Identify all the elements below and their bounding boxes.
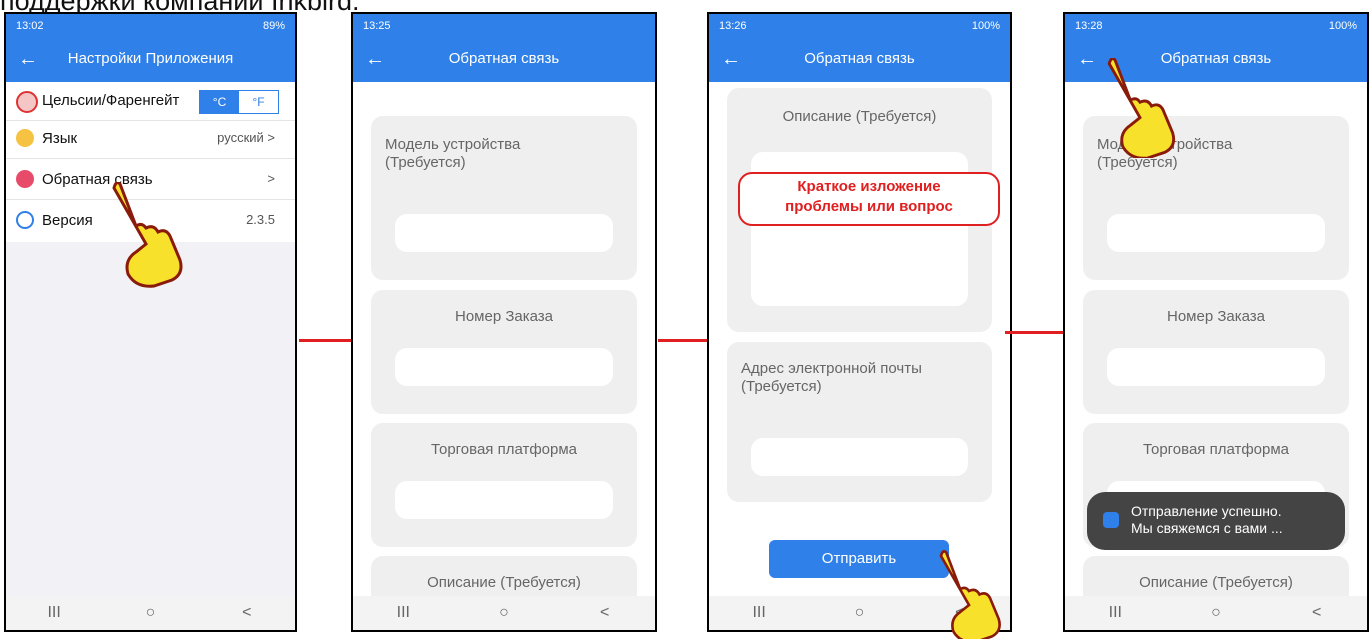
order-number-card: Номер Заказа [371,290,637,414]
form-body: Описание (Требуется) Адрес электронной п… [709,82,1010,596]
app-icon [1103,512,1119,528]
device-model-input[interactable] [395,214,613,252]
phone-screen-feedback-submit: 13:26 100% ← Обратная связь Описание (Тр… [707,12,1012,632]
phone-screen-feedback-sent: 13:28 100% ← Обратная связь Модель устро… [1063,12,1369,632]
chevron-right-icon: > [267,171,275,186]
home-button[interactable]: ○ [1201,604,1231,622]
app-bar-title: Настройки Приложения [67,50,234,67]
battery-indicator: 89% [262,20,285,32]
settings-row-units: Цельсии/Фаренгейт °C °F [6,82,295,121]
phone-screen-settings: 13:02 89% ← Настройки Приложения Цельсии… [4,12,297,632]
status-time: 13:02 [16,20,44,32]
order-number-label: Номер Заказа [1166,308,1266,325]
hint-callout: Краткое изложение проблемы или вопрос [738,172,1000,226]
pointing-hand-icon [112,182,183,288]
form-body: Модель устройства (Требуется) Номер Зака… [1065,82,1367,630]
platform-label: Торговая платформа [1142,441,1290,458]
home-button[interactable]: ○ [135,604,165,622]
description-label: Описание (Требуется) [782,108,937,125]
fahrenheit-option[interactable]: °F [239,91,278,113]
order-number-card: Номер Заказа [1083,290,1349,414]
status-time: 13:28 [1075,20,1103,32]
globe-icon [16,129,34,147]
email-label: Адрес электронной почты (Требуется) [741,360,922,395]
recent-apps-button[interactable]: III [39,604,69,622]
recent-apps-button[interactable]: III [388,604,418,622]
back-button[interactable]: < [590,604,620,622]
device-model-input[interactable] [1107,214,1325,252]
device-model-label: Модель устройства (Требуется) [385,136,521,171]
platform-input[interactable] [395,481,613,519]
flow-arrow [658,339,714,342]
app-bar: ← Обратная связь [353,38,655,82]
app-bar-title: Обратная связь [448,50,560,67]
settings-row-language[interactable]: Язык русский > [6,120,295,159]
app-bar: ← Обратная связь [709,38,1010,82]
hint-line-2: проблемы или вопрос [785,198,953,215]
description-label: Описание (Требуется) [1139,574,1293,591]
status-bar: 13:26 100% [709,14,1010,38]
recent-apps-button[interactable]: III [1100,604,1130,622]
language-value: русский > [217,130,275,145]
celsius-option[interactable]: °C [200,91,239,113]
pointing-hand-icon [1107,58,1176,158]
description-label: Описание (Требуется) [427,574,581,591]
order-number-label: Номер Заказа [454,308,554,325]
app-bar-title: Обратная связь [804,50,915,67]
settings-row-label: Версия [42,212,93,229]
toast-line-1: Отправление успешно. [1131,503,1282,519]
pointing-hand-icon [939,550,1001,639]
device-model-card: Модель устройства (Требуется) [371,116,637,280]
thermometer-icon [16,91,38,113]
email-input[interactable] [751,438,968,476]
order-number-input[interactable] [1107,348,1325,386]
order-number-input[interactable] [395,348,613,386]
phone-screen-feedback-form: 13:25 ← Обратная связь Модель устройства… [351,12,657,632]
settings-row-label: Цельсии/Фаренгейт [42,92,180,109]
success-toast: Отправление успешно. Мы свяжемся с вами … [1087,492,1345,550]
home-button[interactable]: ○ [489,604,519,622]
send-button[interactable]: Отправить [769,540,949,578]
flow-arrow [299,339,359,342]
unit-toggle[interactable]: °C °F [199,90,279,114]
battery-indicator: 100% [971,20,1000,32]
status-time: 13:25 [363,20,391,32]
battery-indicator: 100% [1328,20,1357,32]
app-bar: ← Настройки Приложения [6,38,295,82]
status-bar: 13:25 [353,14,655,38]
refresh-icon [16,211,34,229]
status-bar: 13:02 89% [6,14,295,38]
home-button[interactable]: ○ [844,604,874,622]
status-time: 13:26 [719,20,747,32]
back-button[interactable]: < [232,604,262,622]
recent-apps-button[interactable]: III [744,604,774,622]
settings-body: Цельсии/Фаренгейт °C °F Язык русский > О… [6,82,295,596]
form-body: Модель устройства (Требуется) Номер Зака… [353,82,655,630]
hint-line-1: Краткое изложение [797,178,941,195]
version-value: 2.3.5 [246,212,275,227]
flow-arrow [1005,331,1067,334]
question-icon [16,170,34,188]
system-nav-bar: III ○ < [1065,596,1367,630]
email-card: Адрес электронной почты (Требуется) [727,342,992,502]
platform-label: Торговая платформа [430,441,578,458]
toast-line-2: Мы свяжемся с вами ... [1131,520,1283,536]
back-button[interactable]: < [1302,604,1332,622]
settings-row-label: Язык [42,130,78,147]
system-nav-bar: III ○ < [353,596,655,630]
status-bar: 13:28 100% [1065,14,1367,38]
system-nav-bar: III ○ < [6,596,295,630]
platform-card: Торговая платформа [371,423,637,547]
